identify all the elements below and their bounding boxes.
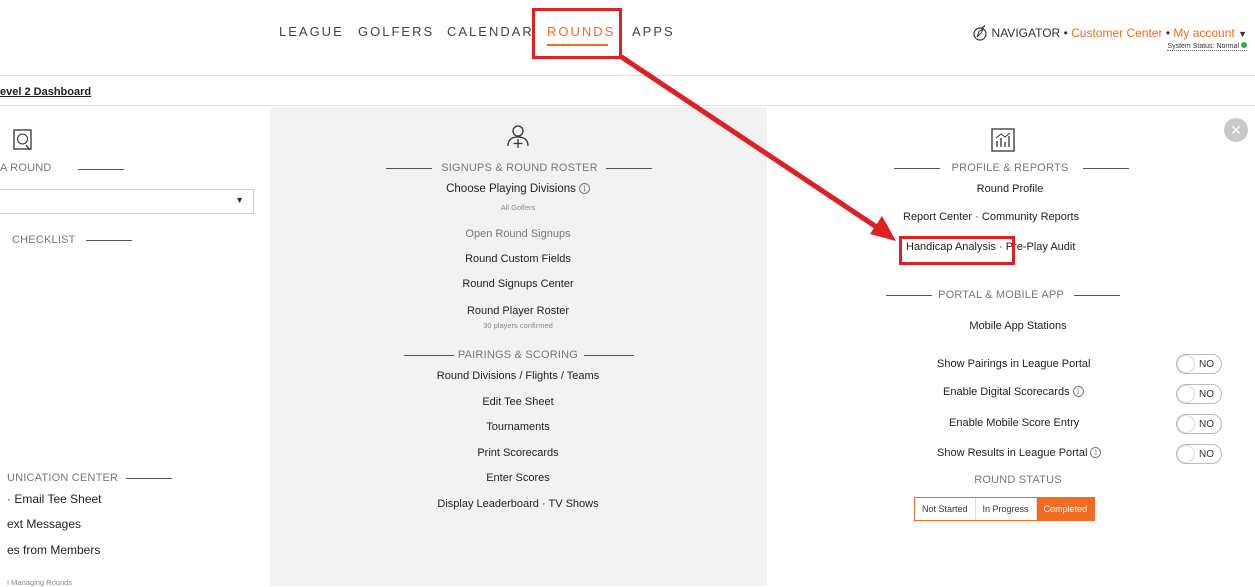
- annotation-arrow-icon: [618, 53, 896, 241]
